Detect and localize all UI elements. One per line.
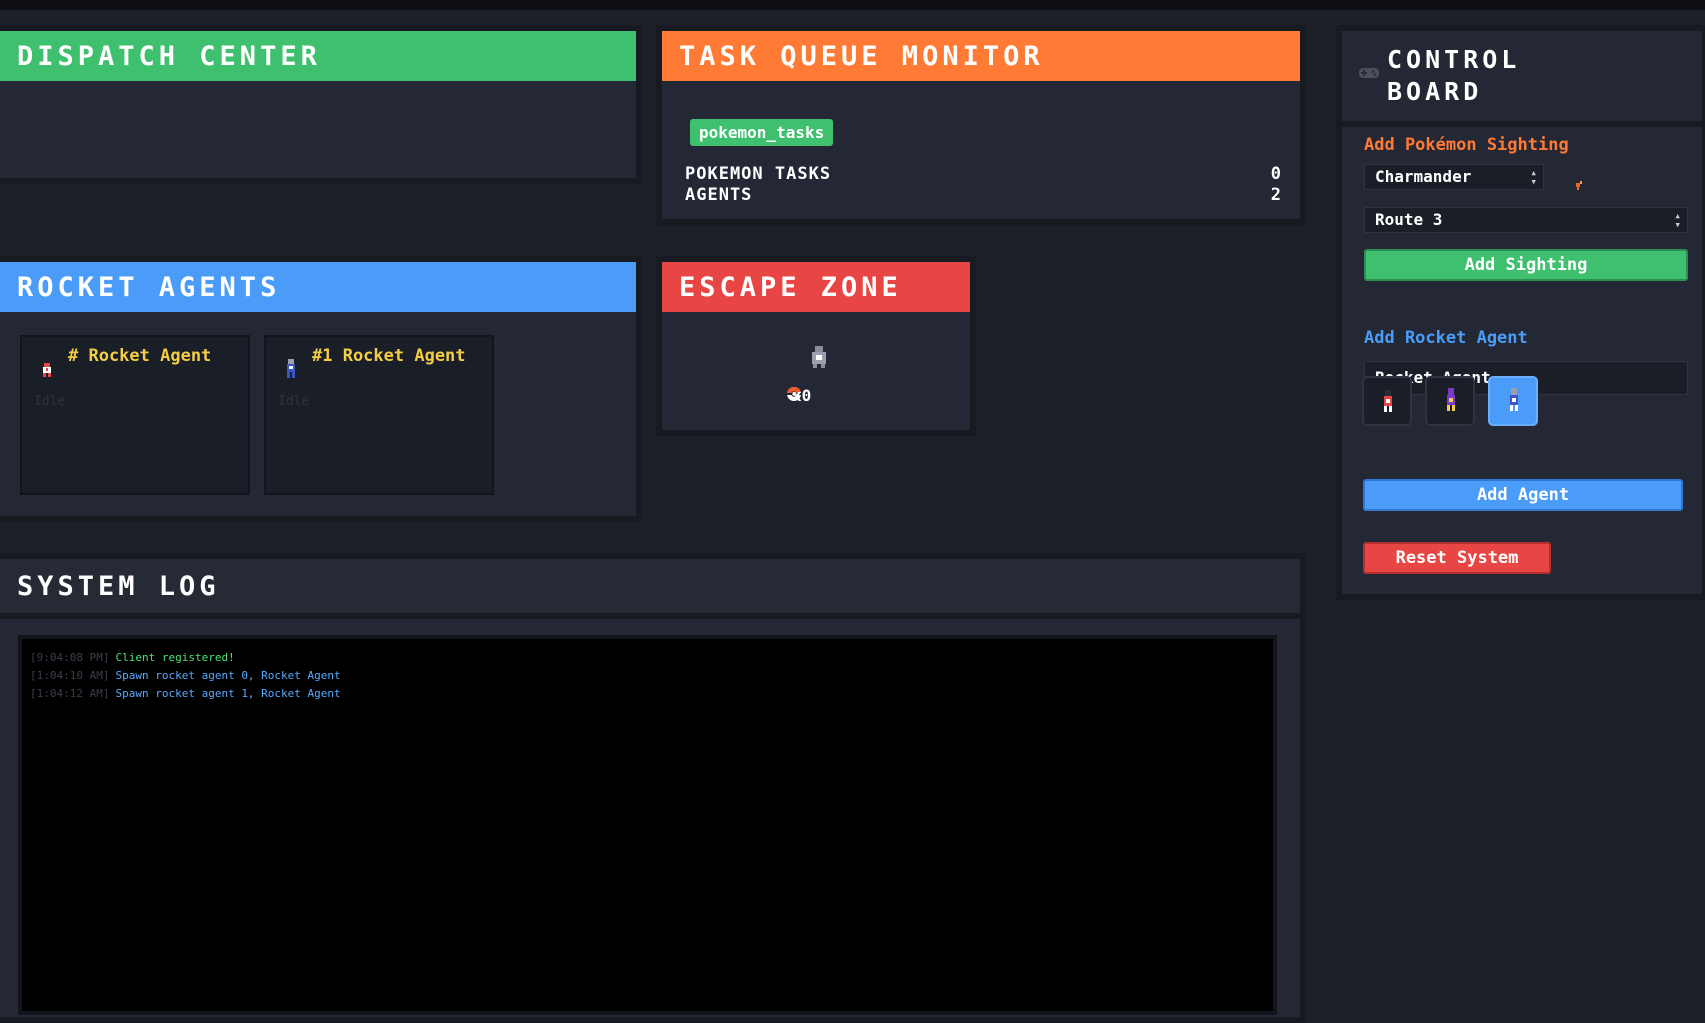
log-timestamp: [9:04:08 PM]	[30, 651, 110, 664]
log-entry: [9:04:08 PM] Client registered!	[30, 649, 1265, 667]
log-message: Spawn rocket agent 0, Rocket Agent	[115, 669, 341, 682]
log-entry: [1:04:10 AM] Spawn rocket agent 0, Rocket…	[30, 667, 1265, 685]
add-sighting-button[interactable]: Add Sighting	[1364, 249, 1688, 281]
escape-zone-panel: ESCAPE ZONE x0	[656, 256, 976, 436]
escape-zone-title: ESCAPE ZONE	[662, 262, 970, 312]
stat-pokemon-tasks: POKEMON TASKS 0	[685, 164, 1282, 184]
task-queue-panel: TASK QUEUE MONITOR pokemon_tasks POKEMON…	[656, 25, 1306, 225]
gamepad-icon	[1359, 68, 1379, 78]
reset-system-button[interactable]: Reset System	[1363, 542, 1551, 574]
select-arrows-icon: ▴ ▾	[1674, 209, 1681, 231]
task-queue-title: TASK QUEUE MONITOR	[662, 31, 1300, 81]
log-timestamp: [1:04:12 AM]	[30, 687, 110, 700]
add-agent-title: Add Rocket Agent	[1364, 328, 1528, 348]
blue-agent-avatar-icon	[1510, 388, 1518, 411]
queue-name-badge: pokemon_tasks	[690, 119, 834, 146]
top-bar	[0, 0, 1705, 10]
purple-agent-avatar[interactable]	[1425, 376, 1475, 426]
log-message: Spawn rocket agent 1, Rocket Agent	[115, 687, 341, 700]
control-board-title-line: CONTROL	[1387, 45, 1521, 74]
agent-name: #1 Rocket Agent	[312, 346, 466, 366]
escape-count: x0	[792, 386, 812, 405]
log-message: Client registered!	[115, 651, 235, 664]
purple-agent-avatar-icon	[1447, 388, 1455, 411]
rocket-agents-title: ROCKET AGENTS	[0, 262, 636, 312]
system-log-title: SYSTEM LOG	[0, 559, 1300, 619]
agent-status: Idle	[34, 394, 66, 409]
system-log-panel: SYSTEM LOG [9:04:08 PM] Client registered…	[0, 553, 1306, 1023]
control-board-header: CONTROL BOARD	[1342, 31, 1702, 127]
control-board-title-line: BOARD	[1387, 77, 1483, 106]
agent-name: # Rocket Agent	[68, 346, 212, 366]
stat-label: AGENTS	[685, 185, 753, 205]
charmander-sprite-icon	[1576, 181, 1582, 190]
pokemon-select[interactable]: Charmander ▴ ▾	[1364, 164, 1544, 190]
rocket-agent-blue-icon	[287, 359, 295, 378]
route-select[interactable]: Route 3 ▴ ▾	[1364, 207, 1688, 233]
add-agent-button[interactable]: Add Agent	[1363, 479, 1683, 511]
stat-label: POKEMON TASKS	[685, 164, 832, 184]
pokemon-select-value: Charmander	[1375, 167, 1472, 186]
stat-agents: AGENTS 2	[685, 185, 1282, 205]
rocket-agent-red-icon	[43, 363, 51, 377]
dispatch-center-title: DISPATCH CENTER	[0, 31, 636, 81]
agent-card[interactable]: #1 Rocket Agent Idle	[264, 335, 494, 495]
log-entry: [1:04:12 AM] Spawn rocket agent 1, Rocket…	[30, 685, 1265, 703]
add-sighting-title: Add Pokémon Sighting	[1364, 135, 1569, 155]
log-timestamp: [1:04:10 AM]	[30, 669, 110, 682]
red-agent-avatar[interactable]	[1362, 376, 1412, 426]
select-arrows-icon: ▴ ▾	[1530, 166, 1537, 188]
stat-value: 0	[1270, 164, 1282, 184]
agent-card[interactable]: # Rocket Agent Idle	[20, 335, 250, 495]
control-board-panel: CONTROL BOARD Add Pokémon Sighting Charm…	[1336, 25, 1705, 600]
agent-status: Idle	[278, 394, 310, 409]
control-board-title: CONTROL BOARD	[1387, 44, 1520, 108]
blue-agent-avatar[interactable]	[1488, 376, 1538, 426]
system-log-output[interactable]: [9:04:08 PM] Client registered! [1:04:10 …	[18, 635, 1277, 1015]
dispatch-center-panel: DISPATCH CENTER	[0, 25, 642, 184]
red-agent-avatar-icon	[1384, 390, 1392, 412]
route-select-value: Route 3	[1375, 210, 1443, 229]
escape-robot-icon	[812, 346, 826, 368]
stat-value: 2	[1270, 185, 1282, 205]
